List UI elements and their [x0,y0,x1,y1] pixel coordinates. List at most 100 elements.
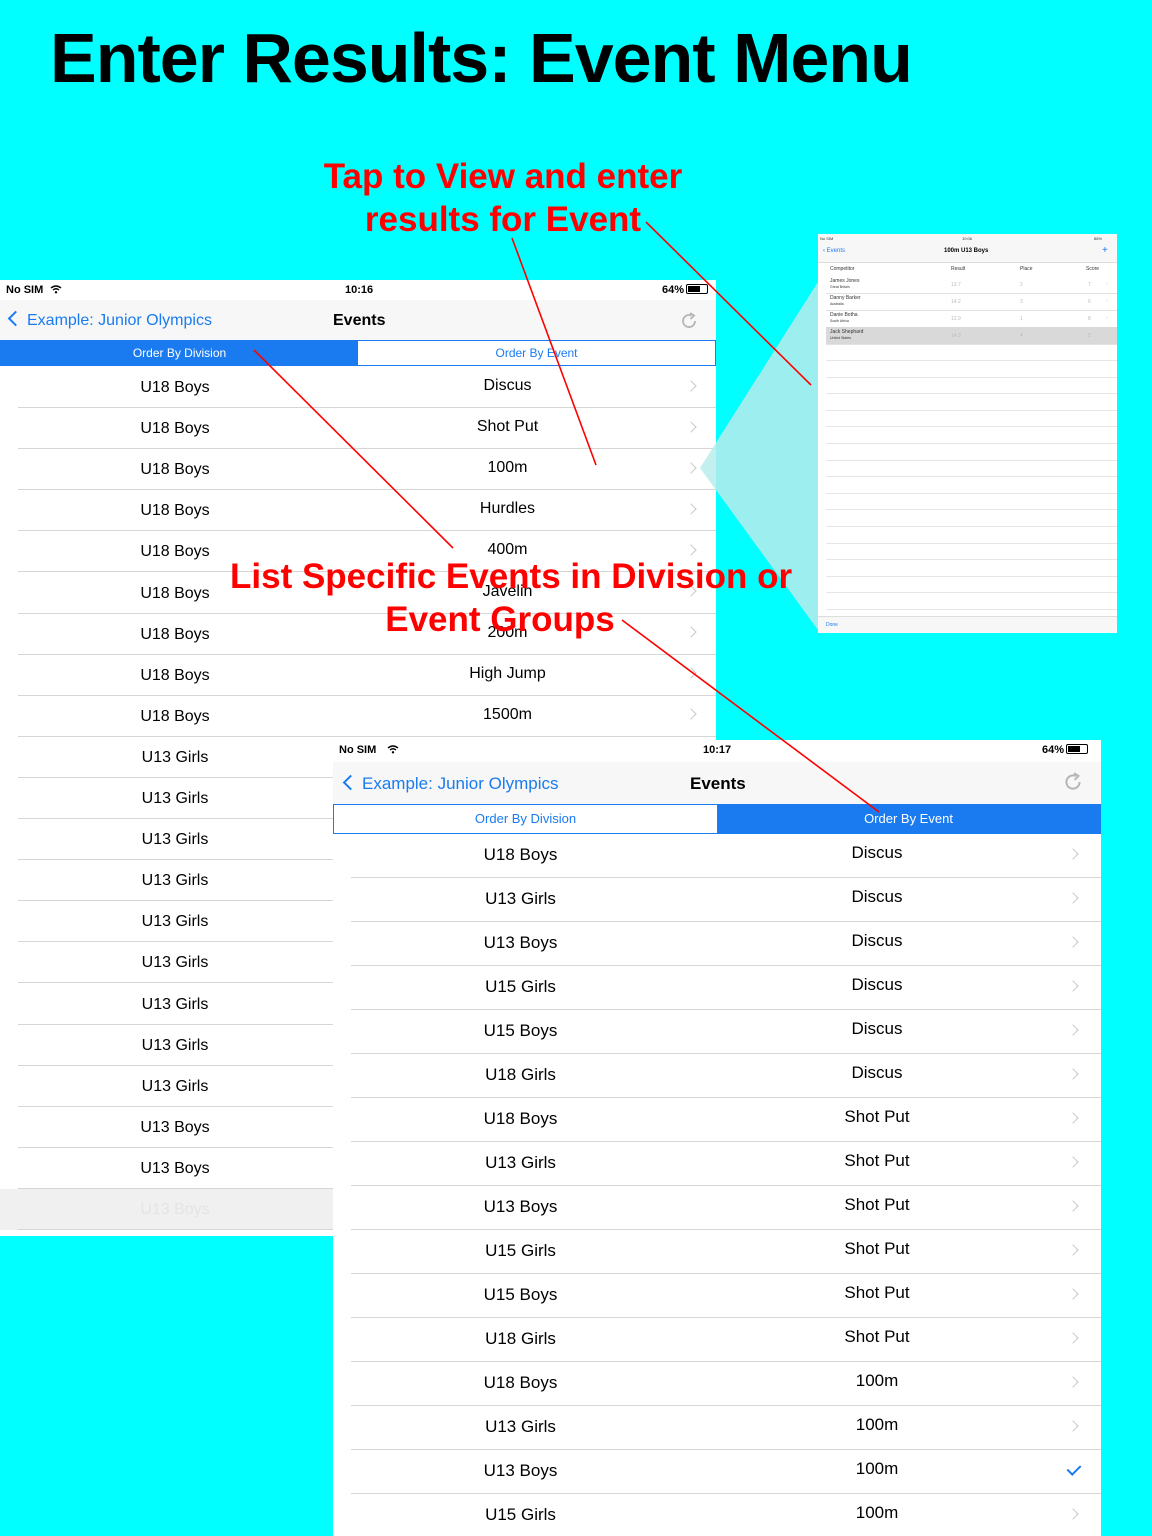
table-row[interactable]: U18 Boys Shot Put [0,408,716,450]
event-cell: Shot Put [844,1107,910,1126]
table-row[interactable]: U18 Boys 1500m [0,696,716,737]
wifi-icon [50,285,62,294]
chevron-right-icon [1067,1068,1079,1080]
chevron-right-icon [1067,1508,1079,1520]
empty-row-line [826,526,1117,527]
back-label: Example: Junior Olympics [27,312,212,329]
result-row[interactable]: Danie Botha South Africa 12.9 1 8 › [826,310,1117,328]
table-row[interactable]: U13 Girls 100m [333,1406,1101,1450]
table-row[interactable]: U13 Girls Discus [333,878,1101,922]
back-label: Events [826,248,846,254]
table-row[interactable]: U18 Girls Shot Put [333,1318,1101,1362]
table-row[interactable]: U15 Girls 100m [333,1494,1101,1536]
event-cell: 100m [855,1503,899,1522]
empty-row-line [826,492,1117,494]
chevron-right-icon [1067,1024,1079,1036]
table-row[interactable]: U13 Boys Discus [333,922,1101,966]
table-row[interactable]: U18 Boys Discus [0,367,716,409]
empty-row-line [826,459,1117,461]
event-cell: High Jump [469,664,546,682]
table-row[interactable]: U15 Girls Shot Put [333,1230,1101,1274]
chevron-right-icon [1067,1420,1079,1432]
callout-line: Tap to View and enter [323,157,683,196]
back-button[interactable]: Example: Junior Olympics [7,310,212,330]
refresh-icon[interactable] [679,311,699,331]
table-row[interactable]: U13 Girls Shot Put [333,1142,1101,1186]
back-label: Example: Junior Olympics [362,774,559,793]
result-row[interactable]: Danny Barker Australia 14.2 3 6 › [826,293,1117,311]
event-cell: Discus [851,1019,903,1038]
division-cell: U15 Boys [483,1285,558,1304]
checkmark-icon [1066,1461,1082,1476]
table-row[interactable]: U13 Boys 100m [333,1450,1101,1494]
division-cell: U18 Boys [140,707,210,725]
result-row[interactable]: Jack Shephard United States 14.3 4 5 › [826,327,1117,345]
empty-row-line [826,559,1117,561]
chevron-right-icon [1067,1112,1079,1124]
table-row[interactable]: U18 Boys 100m [333,1362,1101,1406]
table-row[interactable]: U15 Girls Discus [333,966,1101,1010]
table-row[interactable]: U18 Boys Discus [333,834,1101,878]
col-result: Result [951,266,966,272]
clock: 10:06 [962,236,973,241]
empty-row-line [826,426,1117,428]
division-cell: U13 Girls [485,1153,556,1172]
segment-order-by-division[interactable]: Order By Division [334,805,717,833]
competitor-name: Danie Botha [830,312,858,318]
place-value: 3 [1020,299,1023,305]
division-cell: U18 Boys [483,845,558,864]
chevron-right-icon [1067,936,1079,948]
result-row[interactable]: James Jones Great Britain 13.7 2 7 › [826,276,1117,294]
division-cell: U18 Boys [140,666,210,684]
back-button[interactable]: ‹ Events [823,248,845,254]
table-row[interactable]: U18 Girls Discus [333,1054,1101,1098]
nav-title: Events [333,312,386,329]
division-cell: U13 Girls [141,872,209,890]
division-cell: U13 Girls [141,748,209,766]
table-row[interactable]: U18 Boys 100m [0,449,716,491]
division-cell: U18 Boys [140,420,210,438]
competitor-country: South Africa [830,319,849,323]
segment-order-by-event[interactable]: Order By Event [717,805,1100,833]
event-cell: 100m [855,1415,899,1434]
division-cell: U13 Boys [483,1461,558,1480]
clock: 10:16 [345,284,374,296]
refresh-icon[interactable] [1062,771,1084,793]
event-cell: Discus [851,931,903,950]
col-place: Place [1020,266,1033,272]
chevron-left-icon [7,310,24,327]
col-score: Score [1086,266,1100,272]
table-row[interactable]: U13 Boys Shot Put [333,1186,1101,1230]
order-segmented-control: Order By Division Order By Event [0,340,716,366]
col-competitor: Competitor [830,266,855,272]
table-row[interactable]: U15 Boys Discus [333,1010,1101,1054]
empty-row-line [826,542,1117,544]
division-cell: U18 Boys [140,461,210,479]
place-value: 4 [1020,333,1023,339]
competitor-country: United States [830,336,852,340]
division-cell: U13 Boys [483,933,558,952]
chevron-right-icon [1067,1376,1079,1388]
done-button[interactable]: Done [826,622,838,628]
back-button[interactable]: Example: Junior Olympics [342,774,559,794]
table-row[interactable]: U18 Boys Shot Put [333,1098,1101,1142]
division-cell: U13 Girls [141,1077,209,1095]
table-row[interactable]: U18 Boys Hurdles [0,490,716,532]
empty-row-line [826,575,1117,577]
division-cell: U15 Girls [485,1505,556,1524]
callout-line: List Specific Events in Division or [230,557,793,596]
result-value: 14.3 [951,333,961,339]
callout-list-specific: List Specific Events in Division or Even… [230,555,793,641]
segment-order-by-division[interactable]: Order By Division [1,341,358,365]
chevron-right-icon [685,708,697,721]
division-cell: U13 Girls [141,831,209,849]
competitor-name: Jack Shephard [830,329,864,335]
competitor-country: Australia [830,302,844,306]
table-row[interactable]: U18 Boys High Jump [0,655,716,696]
table-row[interactable]: U15 Boys Shot Put [333,1274,1101,1318]
add-button[interactable]: + [1102,245,1108,256]
nav-bar: No SIM 10:06 88% ‹ Events 100m U13 Boys … [818,234,1117,263]
segment-order-by-event[interactable]: Order By Event [358,341,715,365]
empty-row-line [826,376,1117,378]
chevron-right-icon [1067,892,1079,904]
